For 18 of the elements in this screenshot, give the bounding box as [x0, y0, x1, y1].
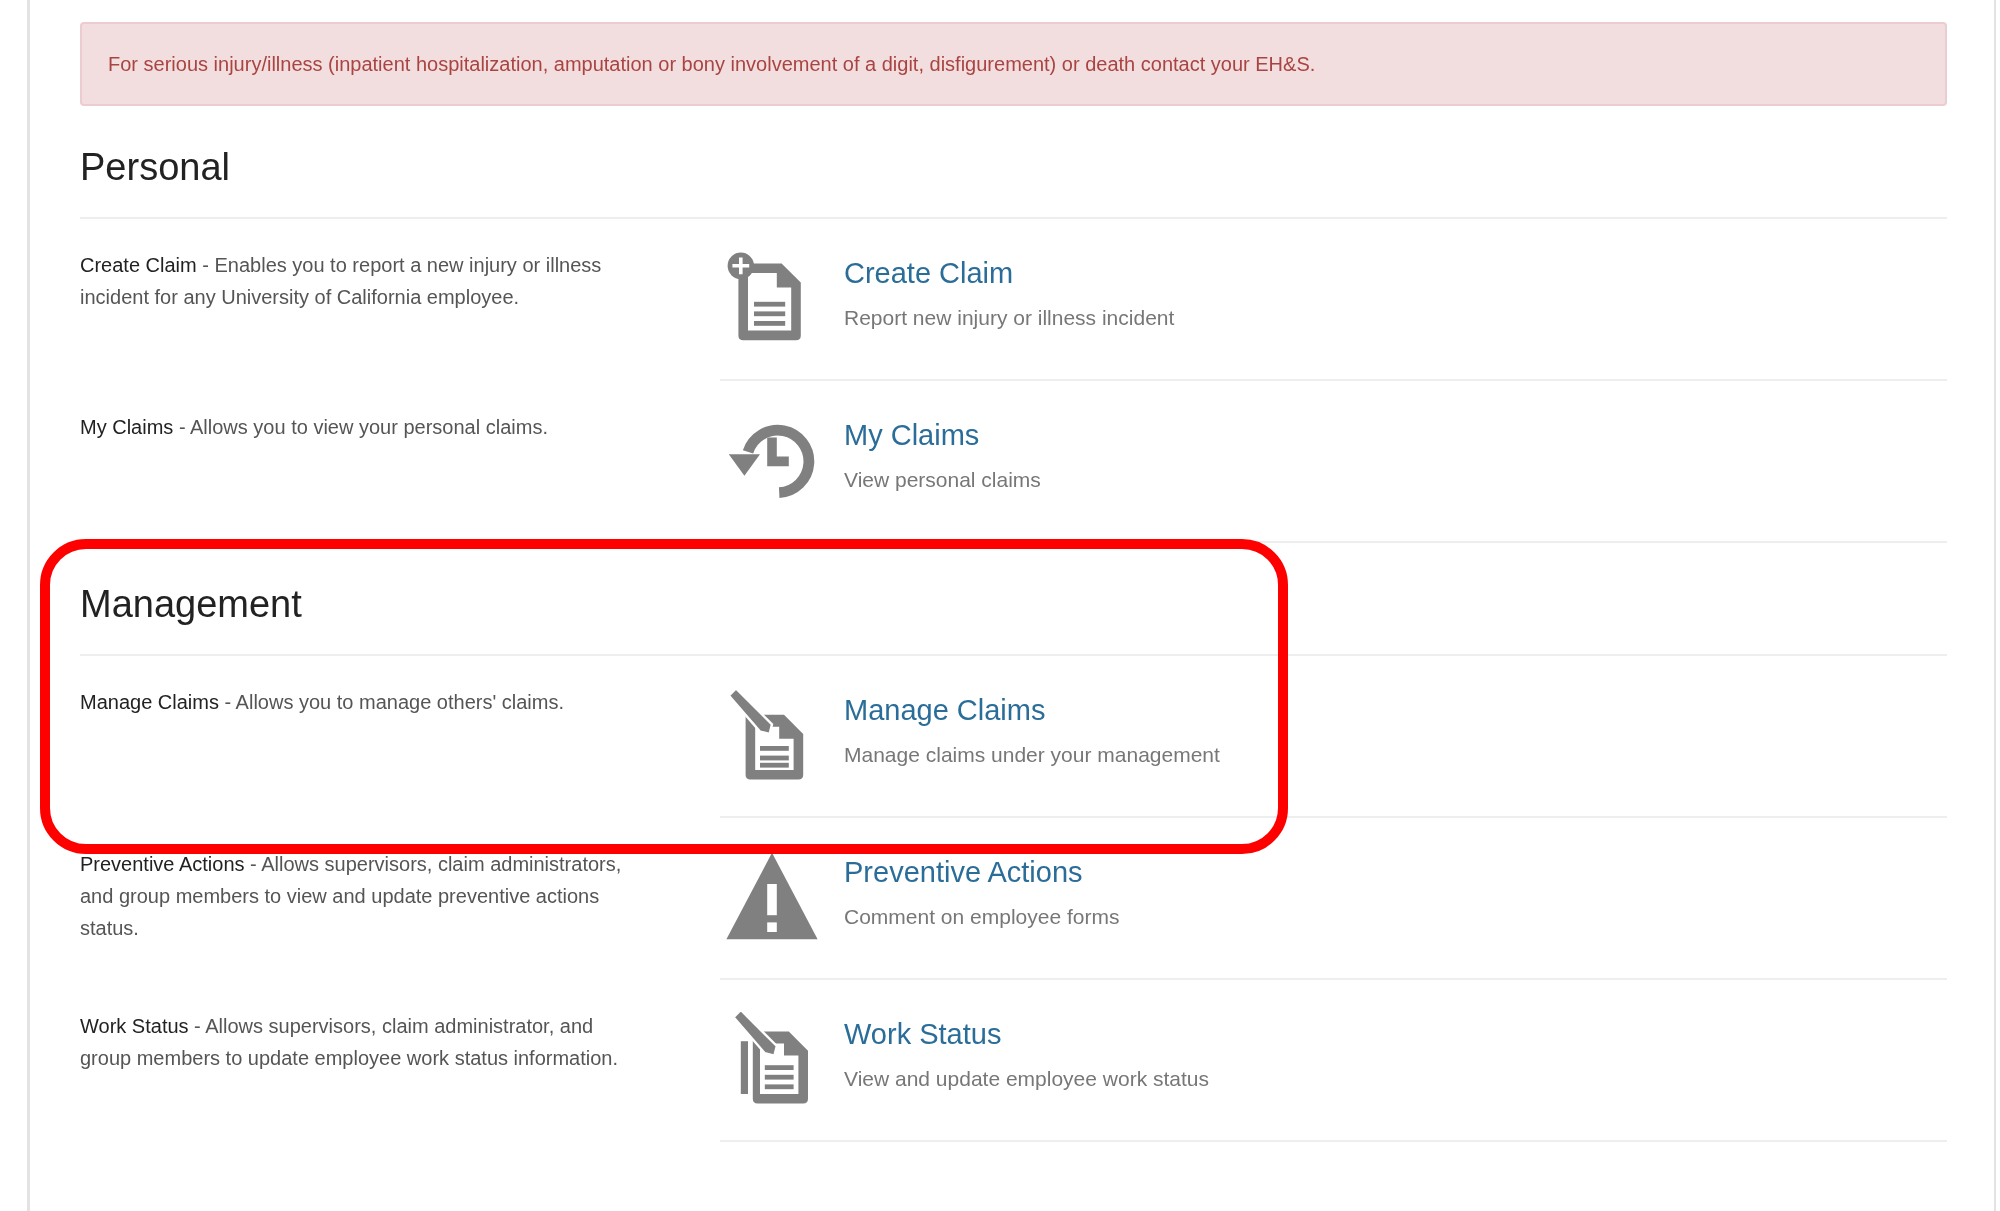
item-subtitle: Manage claims under your management — [844, 743, 1220, 767]
item-link[interactable]: My Claims — [844, 419, 1041, 452]
item-link[interactable]: Preventive Actions — [844, 856, 1120, 889]
item-description: Work Status - Allows supervisors, claim administrator, and group members to update employee work status information. — [80, 1014, 620, 1071]
item-description: My Claims - Allows you to view your personal claims. — [80, 415, 549, 440]
item-subtitle: Report new injury or illness incident — [844, 306, 1175, 330]
alert-message: For serious injury/illness (inpatient hospitalization, amputation or bony involvement of a digit, disfigurement) or death contact your EH&S. — [80, 22, 1947, 106]
item-link[interactable]: Create Claim — [844, 257, 1175, 290]
item-link[interactable]: Manage Claims — [844, 694, 1220, 727]
item-description: Create Claim - Enables you to report a new injury or illness incident for any University of California employee. — [80, 253, 603, 310]
item-description: Manage Claims - Allows you to manage others' claims. — [80, 690, 566, 715]
section-heading: Management — [80, 543, 1947, 656]
item-subtitle: View and update employee work status — [844, 1067, 1209, 1091]
item-link[interactable]: Work Status — [844, 1018, 1209, 1051]
section-heading: Personal — [80, 106, 1947, 219]
item-description: Preventive Actions - Allows supervisors, claim administrators, and group members to view and update preventive actions status. — [80, 852, 623, 941]
item-subtitle: View personal claims — [844, 468, 1041, 492]
item-subtitle: Comment on employee forms — [844, 905, 1120, 929]
